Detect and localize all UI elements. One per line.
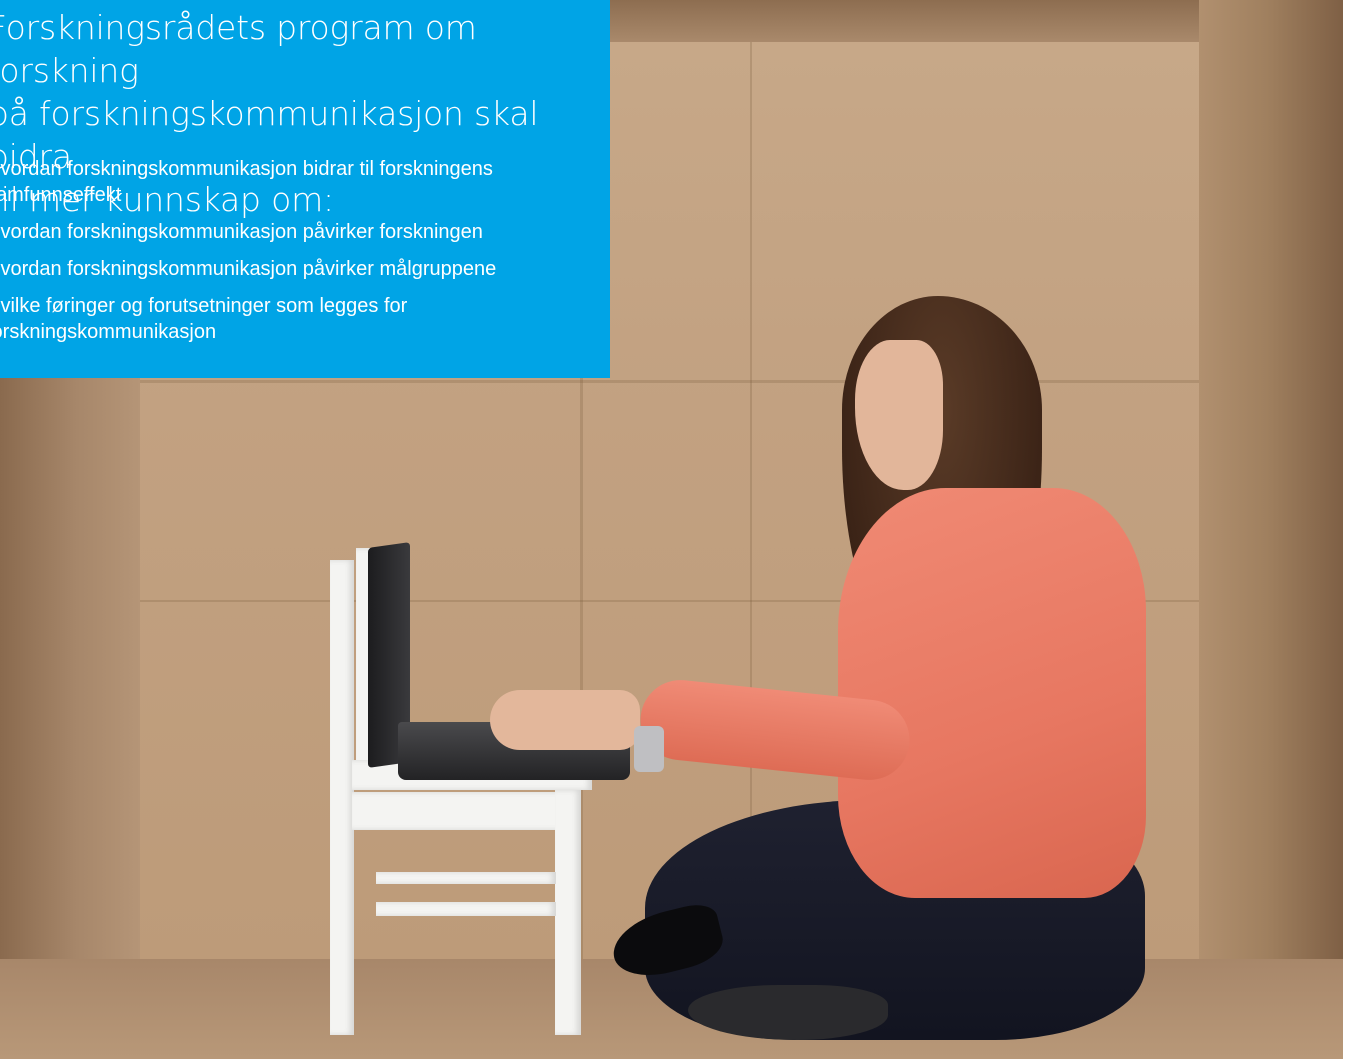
- chair-apron: [352, 792, 580, 830]
- list-item: Hvordan forskningskommunikasjon bidrar t…: [0, 158, 493, 206]
- info-box: Forskningsrådets program om forskning på…: [0, 0, 610, 378]
- image-edge: [1343, 0, 1349, 1059]
- list-item: Hvilke føringer og forutsetninger som le…: [0, 295, 408, 343]
- info-list: Hvordan forskningskommunikasjon bidrar t…: [0, 156, 596, 356]
- cardboard-right-wall: [1199, 0, 1349, 1059]
- woman-shirt: [838, 488, 1146, 898]
- chair-stretcher-lower: [376, 902, 556, 916]
- chair-front-leg: [555, 790, 581, 1035]
- chair-back-leg: [330, 560, 354, 1035]
- list-item: Hvordan forskningskommunikasjon påvirker…: [0, 221, 483, 243]
- wristwatch: [634, 726, 664, 772]
- woman-hands: [490, 690, 640, 750]
- info-heading-line: Forskningsrådets program om forskning: [0, 8, 477, 90]
- list-item: Hvordan forskningskommunikasjon påvirker…: [0, 258, 497, 280]
- chair-stretcher: [376, 872, 556, 884]
